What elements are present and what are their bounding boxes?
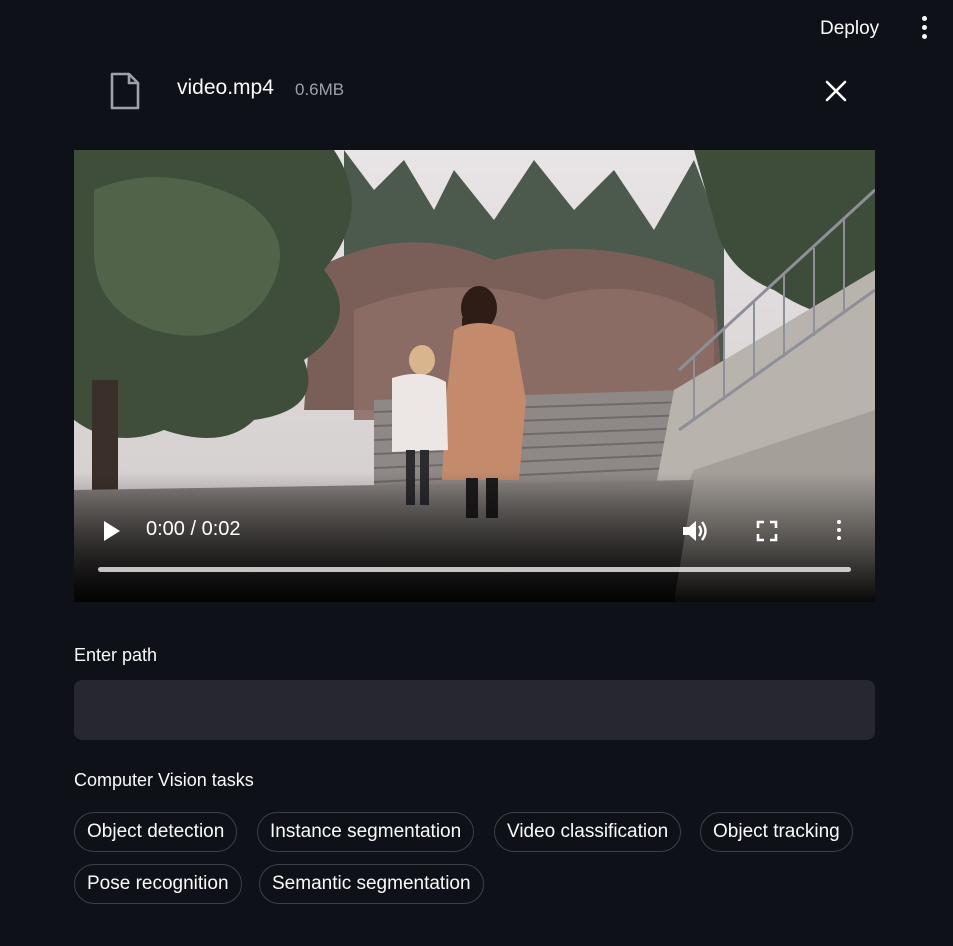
video-progress-bar[interactable]: [98, 567, 851, 572]
pill-object-tracking[interactable]: Object tracking: [700, 812, 853, 852]
kebab-menu-icon[interactable]: [912, 16, 936, 42]
pill-object-detection[interactable]: Object detection: [74, 812, 238, 852]
close-icon[interactable]: [823, 78, 849, 104]
deploy-button[interactable]: Deploy: [810, 16, 889, 42]
video-player[interactable]: 0:00 / 0:02: [74, 150, 875, 602]
pill-instance-segmentation[interactable]: Instance segmentation: [257, 812, 475, 852]
time-display: 0:00 / 0:02: [146, 518, 241, 540]
top-bar: Deploy: [0, 0, 953, 58]
play-icon[interactable]: [102, 520, 122, 542]
tasks-label: Computer Vision tasks: [74, 770, 254, 790]
pill-semantic-segmentation[interactable]: Semantic segmentation: [259, 864, 484, 904]
pill-pose-recognition[interactable]: Pose recognition: [74, 864, 242, 904]
volume-icon[interactable]: [681, 518, 709, 544]
uploaded-file-row: video.mp4 0.6MB: [74, 70, 875, 110]
path-input[interactable]: [74, 680, 875, 740]
file-name: video.mp4: [177, 76, 274, 99]
fullscreen-icon[interactable]: [756, 520, 778, 542]
pill-video-classification[interactable]: Video classification: [494, 812, 682, 852]
file-size: 0.6MB: [295, 80, 345, 99]
file-icon: [110, 72, 140, 110]
more-options-icon[interactable]: [831, 520, 847, 544]
path-input-label: Enter path: [74, 645, 158, 665]
